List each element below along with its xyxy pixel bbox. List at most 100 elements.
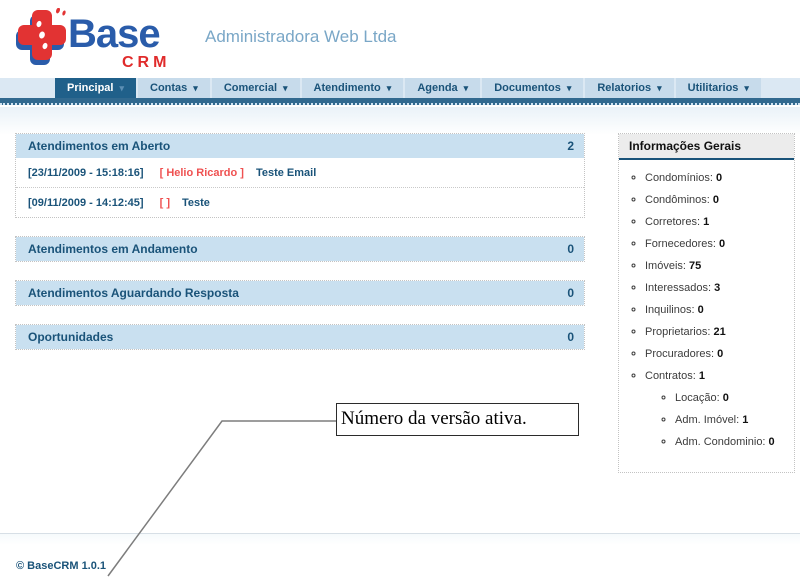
panel-atendimentos-em-andamento: Atendimentos em Andamento 0 bbox=[15, 236, 585, 262]
tab-label: Documentos bbox=[494, 82, 561, 94]
tab-atendimento[interactable]: Atendimento ▾ bbox=[302, 78, 404, 98]
stat-item-adm-condominio: Adm. Condominio: 0 bbox=[675, 436, 790, 449]
stat-label: Interessados: bbox=[645, 282, 714, 294]
row-subject: Teste Email bbox=[256, 167, 316, 179]
main-column: Atendimentos em Aberto 2 [23/11/2009 - 15:… bbox=[15, 133, 585, 368]
stat-value: 21 bbox=[713, 326, 725, 338]
tab-principal[interactable]: Principal ▾ bbox=[55, 78, 136, 98]
atendimento-row[interactable]: [09/11/2009 - 14:12:45] [ ] Teste bbox=[16, 187, 584, 217]
panel-atendimentos-em-aberto: Atendimentos em Aberto 2 [23/11/2009 - 15:… bbox=[15, 133, 585, 218]
stat-value: 0 bbox=[698, 304, 704, 316]
app-header: Base CRM Administradora Web Ltda bbox=[0, 0, 800, 78]
panel-oportunidades: Oportunidades 0 bbox=[15, 324, 585, 350]
panel-title: Atendimentos em Aberto bbox=[28, 139, 170, 153]
stat-item-condominos: Condôminos: 0 bbox=[645, 194, 790, 207]
tab-agenda[interactable]: Agenda ▾ bbox=[405, 78, 480, 98]
stat-value: 0 bbox=[713, 194, 719, 206]
panel-count-badge: 0 bbox=[567, 286, 574, 300]
stat-item-fornecedores: Fornecedores: 0 bbox=[645, 238, 790, 251]
stat-value: 0 bbox=[723, 392, 729, 404]
annotation-version-note: Número da versão ativa. bbox=[336, 403, 579, 436]
panel-header-atendimentos-em-andamento[interactable]: Atendimentos em Andamento 0 bbox=[16, 237, 584, 261]
stat-value: 0 bbox=[717, 348, 723, 360]
panel-header-oportunidades[interactable]: Oportunidades 0 bbox=[16, 325, 584, 349]
stat-label: Corretores: bbox=[645, 216, 703, 228]
stat-label: Contratos: bbox=[645, 370, 699, 382]
panel-header-atendimentos-aguardando-resposta[interactable]: Atendimentos Aguardando Resposta0 bbox=[16, 281, 584, 305]
tab-comercial[interactable]: Comercial ▾ bbox=[212, 78, 300, 98]
tab-utilitarios[interactable]: Utilitarios▾ bbox=[676, 78, 761, 98]
stat-item-corretores: Corretores: 1 bbox=[645, 216, 790, 229]
row-contact: [ ] bbox=[160, 197, 170, 209]
chevron-down-icon: ▾ bbox=[283, 83, 288, 93]
stat-label: Condomínios: bbox=[645, 172, 716, 184]
stat-label: Proprietarios: bbox=[645, 326, 713, 338]
panel-atendimentos-aguardando-resposta: Atendimentos Aguardando Resposta0 bbox=[15, 280, 585, 306]
stat-label: Condôminos: bbox=[645, 194, 713, 206]
tab-label: Contas bbox=[150, 82, 187, 94]
basecrm-logo[interactable]: Base CRM bbox=[10, 4, 200, 76]
row-contact: [ Helio Ricardo ] bbox=[160, 167, 244, 179]
stat-item-imoveis: Imóveis: 75 bbox=[645, 260, 790, 273]
panel-count-badge: 0 bbox=[567, 330, 574, 344]
stat-label: Inquilinos: bbox=[645, 304, 698, 316]
panel-count-badge: 2 bbox=[567, 139, 574, 153]
stat-value: 1 bbox=[699, 370, 705, 382]
tab-documentos[interactable]: Documentos ▾ bbox=[482, 78, 583, 98]
stat-item-proprietarios: Proprietarios: 21 bbox=[645, 326, 790, 339]
footer-divider bbox=[0, 533, 800, 545]
tab-label: Relatorios bbox=[597, 82, 651, 94]
row-subject: Teste bbox=[182, 197, 210, 209]
stat-item-locacao: Locação: 0 bbox=[675, 392, 790, 405]
chevron-down-icon: ▾ bbox=[464, 83, 469, 93]
stat-value: 0 bbox=[769, 436, 775, 448]
panel-count-badge: 0 bbox=[567, 242, 574, 256]
nav-divider-bar bbox=[0, 98, 800, 105]
stat-label: Locação: bbox=[675, 392, 723, 404]
sidebar-title: Informações Gerais bbox=[619, 134, 794, 160]
stat-label: Adm. Imóvel: bbox=[675, 414, 742, 426]
tab-label: Utilitarios bbox=[688, 82, 739, 94]
stat-label: Adm. Condominio: bbox=[675, 436, 769, 448]
chevron-down-icon: ▾ bbox=[193, 83, 198, 93]
stat-value: 0 bbox=[716, 172, 722, 184]
tab-contas[interactable]: Contas ▾ bbox=[138, 78, 210, 98]
tab-relatorios[interactable]: Relatorios ▾ bbox=[585, 78, 673, 98]
stat-item-interessados: Interessados: 3 bbox=[645, 282, 790, 295]
atendimento-row[interactable]: [23/11/2009 - 15:18:16] [ Helio Ricardo ]… bbox=[16, 158, 584, 187]
logo-text-crm: CRM bbox=[122, 54, 170, 72]
tab-label: Agenda bbox=[417, 82, 457, 94]
main-nav: Principal▾Contas▾Comercial▾Atendimento▾A… bbox=[0, 78, 800, 98]
company-name: Administradora Web Ltda bbox=[205, 27, 397, 47]
panel-header-atendimentos-em-aberto[interactable]: Atendimentos em Aberto 2 bbox=[16, 134, 584, 158]
stat-value: 1 bbox=[742, 414, 748, 426]
basecrm-dashboard-page: Base CRM Administradora Web Ltda Princip… bbox=[0, 0, 800, 588]
stat-item-condominios: Condomínios: 0 bbox=[645, 172, 790, 185]
row-timestamp: [23/11/2009 - 15:18:16] bbox=[28, 167, 144, 179]
tab-label: Principal bbox=[67, 82, 113, 94]
stat-value: 0 bbox=[719, 238, 725, 250]
stat-item-contratos: Contratos: 1Locação: 0Adm. Imóvel: 1Adm.… bbox=[645, 370, 790, 449]
sidebar-stats-list: Condomínios: 0Condôminos: 0Corretores: 1… bbox=[619, 160, 794, 449]
stat-label: Imóveis: bbox=[645, 260, 689, 272]
row-timestamp: [09/11/2009 - 14:12:45] bbox=[28, 197, 144, 209]
basecrm-cross-icon bbox=[14, 8, 70, 72]
panel-title: Oportunidades bbox=[28, 330, 113, 344]
logo-text-base: Base bbox=[68, 12, 160, 57]
stat-value: 3 bbox=[714, 282, 720, 294]
chevron-down-icon: ▾ bbox=[567, 83, 572, 93]
stat-label: Fornecedores: bbox=[645, 238, 719, 250]
tab-label: Atendimento bbox=[314, 82, 381, 94]
panel-title: Atendimentos em Andamento bbox=[28, 242, 198, 256]
footer-version-text: © BaseCRM 1.0.1 bbox=[16, 560, 106, 572]
stat-value: 75 bbox=[689, 260, 701, 272]
stat-item-adm-imovel: Adm. Imóvel: 1 bbox=[675, 414, 790, 427]
chevron-down-icon: ▾ bbox=[119, 83, 124, 93]
chevron-down-icon: ▾ bbox=[387, 83, 392, 93]
chevron-down-icon: ▾ bbox=[657, 83, 662, 93]
stat-item-procuradores: Procuradores: 0 bbox=[645, 348, 790, 361]
sidebar-informacoes-gerais: Informações Gerais Condomínios: 0Condômi… bbox=[618, 133, 795, 473]
stat-item-inquilinos: Inquilinos: 0 bbox=[645, 304, 790, 317]
tab-label: Comercial bbox=[224, 82, 277, 94]
stat-label: Procuradores: bbox=[645, 348, 717, 360]
